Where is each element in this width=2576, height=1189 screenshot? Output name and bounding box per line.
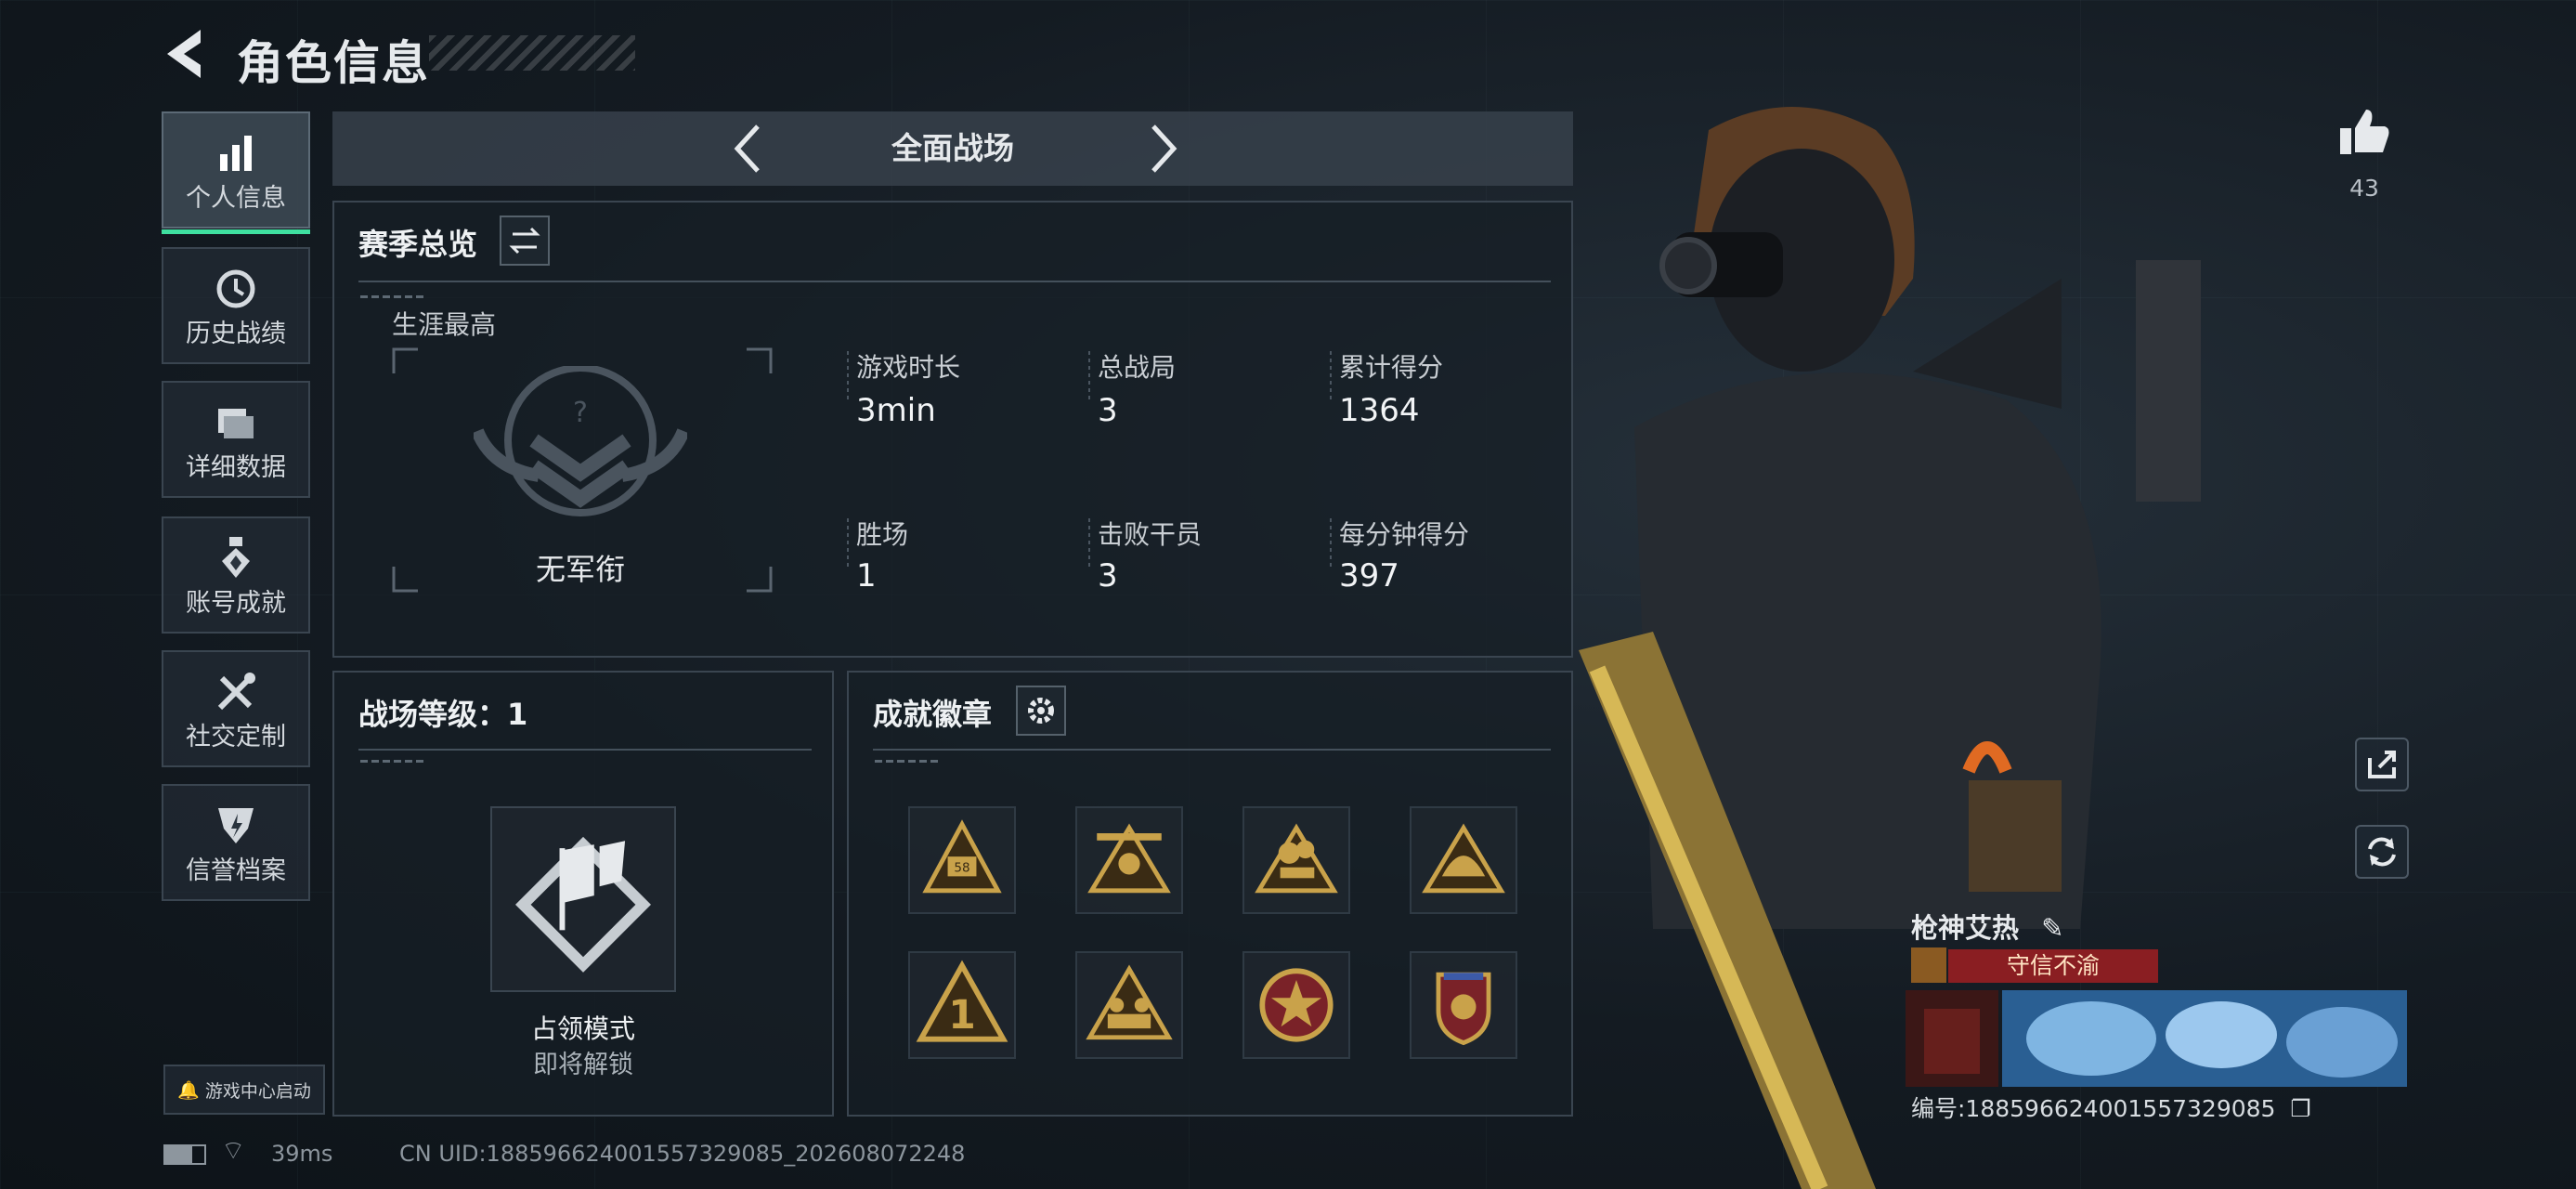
- sidebar-item-label: 账号成就: [186, 589, 286, 618]
- battlefield-level-title: 战场等级：1: [358, 697, 528, 732]
- badge-57[interactable]: [1242, 806, 1350, 914]
- sidebar-item-label: 历史战绩: [186, 320, 286, 348]
- divider: [358, 749, 812, 751]
- decoration-mark: [875, 760, 940, 763]
- name-card-banner: [1906, 990, 2407, 1087]
- credit-level-icon: [1911, 947, 1946, 983]
- swap-arrows-icon: [509, 227, 540, 255]
- refresh-icon: [2368, 837, 2396, 867]
- badge-1[interactable]: 1: [908, 951, 1016, 1059]
- stat-separator: [847, 351, 849, 403]
- stat-separator: [1330, 518, 1332, 570]
- sidebar-item-credit[interactable]: 信誉档案: [162, 784, 310, 901]
- stat-value: 3: [1098, 557, 1118, 594]
- mode-name: 占领模式: [530, 1013, 635, 1044]
- title-decoration: [429, 35, 635, 71]
- bell-icon: 🔔: [177, 1079, 200, 1101]
- credit-badge-icon: [218, 808, 254, 843]
- stat-separator: [1088, 518, 1090, 570]
- achievement-medal-icon: [222, 537, 250, 578]
- stat-separator: [1330, 351, 1332, 403]
- season-overview-panel: 赛季总览 生涯最高 ? 无军衔 游戏时长 3min 总战局 3 累计得分 136…: [332, 201, 1573, 658]
- badges-title: 成就徽章: [873, 697, 993, 732]
- stat-label: 每分钟得分: [1339, 519, 1470, 550]
- stat-value: 397: [1339, 557, 1399, 594]
- player-name: 枪神艾热 ✎: [1911, 907, 2063, 946]
- rank-label: 无军衔: [535, 552, 625, 587]
- wifi-icon: ⌔: [221, 1135, 246, 1166]
- decoration-mark: [360, 760, 425, 763]
- folder-icon: [218, 409, 254, 438]
- mode-icon-frame[interactable]: [490, 806, 676, 992]
- sidebar-item-label: 信誉档案: [186, 856, 286, 885]
- sidebar-item-label: 详细数据: [186, 453, 286, 482]
- stat-label: 游戏时长: [856, 352, 961, 383]
- back-arrow-icon[interactable]: [160, 26, 212, 82]
- refresh-button[interactable]: [2355, 825, 2409, 879]
- page-title: 角色信息: [237, 36, 430, 90]
- motto-badge: 守信不渝: [1948, 949, 2158, 983]
- achievement-badges-panel: 成就徽章 58 1: [847, 671, 1573, 1117]
- badge-58[interactable]: 58: [908, 806, 1016, 914]
- player-uid: 编号:1885966240015573290​85 ❐: [1911, 1091, 2311, 1124]
- sidebar-item-label: 个人信息: [186, 184, 286, 213]
- share-icon: [2368, 751, 2396, 778]
- ping-value: 39ms: [271, 1141, 333, 1167]
- divider: [873, 749, 1551, 751]
- badge-squad[interactable]: [1075, 951, 1183, 1059]
- season-title: 赛季总览: [358, 227, 478, 262]
- sidebar-item-label: 社交定制: [186, 723, 286, 751]
- history-clock-icon: [216, 269, 255, 308]
- stat-separator: [1088, 351, 1090, 403]
- stat-value: 1: [856, 557, 877, 594]
- stat-value: 1364: [1339, 392, 1420, 429]
- stat-label: 总战局: [1098, 352, 1177, 383]
- switch-button[interactable]: [500, 216, 550, 266]
- player-name-text: 枪神艾热: [1911, 912, 2020, 944]
- bar-chart-icon: [220, 136, 252, 171]
- stat-value: 3: [1098, 392, 1118, 429]
- svg-text:1: 1: [948, 993, 976, 1039]
- divider: [358, 281, 1551, 282]
- sidebar-item-detail-data[interactable]: 详细数据: [162, 381, 310, 498]
- battlefield-level-panel: 战场等级：1 占领模式 即将解锁: [332, 671, 834, 1117]
- stat-label: 胜场: [856, 519, 909, 550]
- share-button[interactable]: [2355, 738, 2409, 791]
- mode-label: 全面战场: [891, 130, 1014, 166]
- like-count: 43: [2349, 175, 2379, 202]
- career-best-label: 生涯最高: [392, 309, 497, 340]
- capture-flag-icon: [515, 836, 651, 973]
- gear-icon: [1028, 698, 1054, 724]
- stat-label: 累计得分: [1339, 352, 1444, 383]
- game-center-button[interactable]: 🔔 游戏中心启动: [163, 1065, 325, 1115]
- player-uid-text: 编号:1885966240015573290​85: [1911, 1095, 2276, 1122]
- cn-uid: CN UID:1885966240015573290​85_2026080722…: [399, 1141, 966, 1167]
- badge-settings-button[interactable]: [1016, 686, 1066, 736]
- edit-pencil-icon[interactable]: ✎: [2041, 912, 2063, 944]
- rank-emblem-icon: ?: [474, 366, 687, 516]
- sidebar-item-achievements[interactable]: 账号成就: [162, 516, 310, 634]
- chevron-right-icon[interactable]: [1133, 121, 1189, 176]
- sidebar-item-history[interactable]: 历史战绩: [162, 247, 310, 364]
- badge-star-wreath[interactable]: [1242, 951, 1350, 1059]
- svg-text:?: ?: [573, 397, 588, 429]
- sidebar-item-personal-info[interactable]: 个人信息: [162, 111, 310, 234]
- stat-label: 击败干员: [1098, 519, 1203, 550]
- copy-icon[interactable]: ❐: [2290, 1095, 2310, 1122]
- badge-59[interactable]: [1075, 806, 1183, 914]
- mode-status: 即将解锁: [533, 1051, 633, 1079]
- svg-text:58: 58: [954, 861, 969, 876]
- sidebar-item-social[interactable]: 社交定制: [162, 650, 310, 767]
- stat-value: 3min: [856, 392, 936, 429]
- thumbs-up-icon[interactable]: [2336, 104, 2392, 160]
- game-center-label: 游戏中心启动: [204, 1080, 311, 1102]
- mode-selector: 全面战场: [332, 111, 1573, 186]
- stat-separator: [847, 518, 849, 570]
- battery-icon: [163, 1144, 206, 1165]
- tools-icon: [217, 673, 255, 711]
- decoration-mark: [360, 295, 425, 298]
